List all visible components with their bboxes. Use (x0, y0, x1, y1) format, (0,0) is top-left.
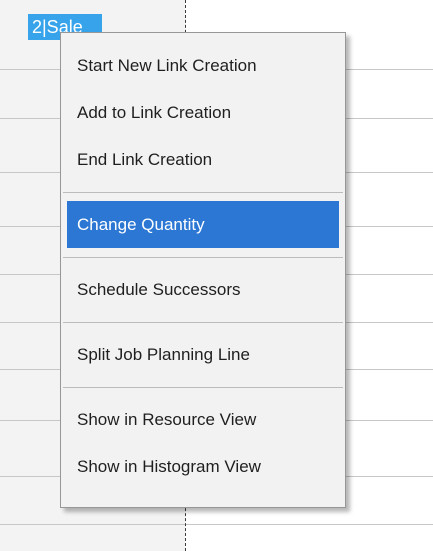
gantt-view: 2|Sale Start New Link Creation Add to Li… (0, 0, 433, 551)
menu-item-show-in-resource-view[interactable]: Show in Resource View (67, 396, 339, 443)
menu-separator (63, 257, 343, 258)
grid-line (0, 524, 433, 525)
menu-item-show-in-histogram-view[interactable]: Show in Histogram View (67, 443, 339, 490)
menu-item-start-new-link-creation[interactable]: Start New Link Creation (67, 42, 339, 89)
menu-item-schedule-successors[interactable]: Schedule Successors (67, 266, 339, 313)
menu-separator (63, 322, 343, 323)
menu-item-add-to-link-creation[interactable]: Add to Link Creation (67, 89, 339, 136)
menu-item-split-job-planning-line[interactable]: Split Job Planning Line (67, 331, 339, 378)
menu-item-end-link-creation[interactable]: End Link Creation (67, 136, 339, 183)
context-menu: Start New Link Creation Add to Link Crea… (60, 32, 346, 508)
menu-item-change-quantity[interactable]: Change Quantity (67, 201, 339, 248)
menu-separator (63, 192, 343, 193)
menu-separator (63, 387, 343, 388)
